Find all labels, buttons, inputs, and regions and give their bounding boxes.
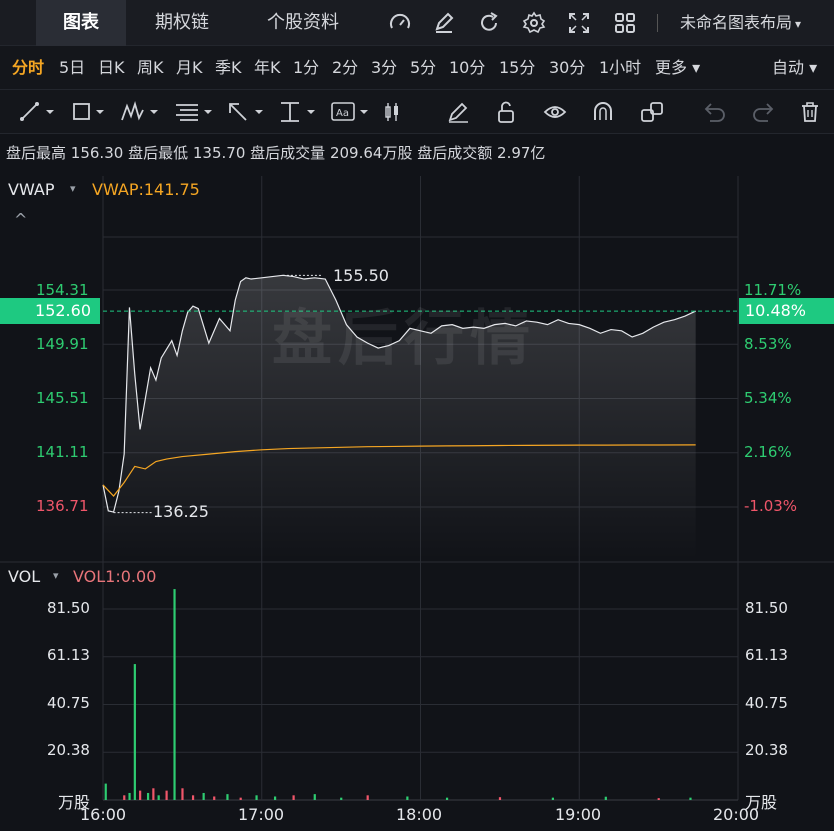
volume-bar bbox=[255, 795, 258, 800]
vol-indicator-name[interactable]: VOL bbox=[8, 567, 40, 586]
volume-bar bbox=[165, 790, 168, 800]
volume-bar bbox=[239, 797, 242, 800]
volume-bar bbox=[226, 794, 229, 800]
volume-bar bbox=[191, 795, 195, 800]
vwap-caret-icon[interactable]: ▾ bbox=[70, 182, 76, 195]
volume-bar bbox=[366, 795, 369, 800]
price-label: 154.31 bbox=[36, 281, 89, 299]
volume-bar bbox=[340, 797, 343, 800]
price-label: 149.91 bbox=[36, 335, 89, 353]
volume-bar bbox=[146, 792, 150, 800]
volume-bar bbox=[173, 589, 176, 800]
volume-bar bbox=[445, 797, 449, 800]
volume-label: 81.50 bbox=[745, 599, 788, 617]
volume-bar bbox=[551, 797, 554, 800]
volume-bar bbox=[657, 798, 660, 800]
volume-bar bbox=[152, 788, 155, 800]
volume-bar bbox=[292, 795, 295, 800]
time-label: 18:00 bbox=[396, 805, 443, 824]
price-label: 136.71 bbox=[36, 497, 89, 515]
vwap-value: VWAP:141.75 bbox=[92, 180, 200, 199]
percent-label: 8.53% bbox=[744, 335, 792, 353]
time-label: 20:00 bbox=[713, 805, 760, 824]
volume-label: 40.75 bbox=[47, 694, 90, 712]
volume-label: 61.13 bbox=[745, 646, 788, 664]
time-label: 16:00 bbox=[80, 805, 127, 824]
low-marker-label: 136.25 bbox=[153, 502, 209, 521]
current-price-badge: 152.60 bbox=[0, 298, 100, 324]
volume-bar bbox=[313, 794, 316, 800]
volume-bar bbox=[104, 783, 107, 800]
volume-bar bbox=[123, 795, 126, 800]
price-label: 145.51 bbox=[36, 389, 89, 407]
time-label: 19:00 bbox=[555, 805, 602, 824]
vwap-indicator-name[interactable]: VWAP bbox=[8, 180, 54, 199]
percent-label: 11.71% bbox=[744, 281, 802, 299]
volume-bar bbox=[213, 796, 216, 800]
current-percent-badge: 10.48% bbox=[739, 298, 834, 324]
percent-label: 2.16% bbox=[744, 443, 792, 461]
volume-label: 61.13 bbox=[47, 646, 90, 664]
volume-bar bbox=[604, 796, 607, 800]
high-marker-label: 155.50 bbox=[333, 266, 389, 285]
volume-bar bbox=[139, 790, 142, 800]
vol-value: VOL1:0.00 bbox=[73, 567, 157, 586]
percent-label: -1.03% bbox=[744, 497, 798, 515]
volume-bar bbox=[181, 788, 184, 800]
vol-caret-icon[interactable]: ▾ bbox=[53, 569, 59, 582]
price-label: 141.11 bbox=[36, 443, 89, 461]
volume-bars bbox=[104, 589, 692, 800]
volume-bar bbox=[498, 797, 502, 800]
volume-bar bbox=[202, 792, 205, 800]
volume-bar bbox=[406, 796, 409, 800]
volume-label: 81.50 bbox=[47, 599, 90, 617]
time-label: 17:00 bbox=[238, 805, 285, 824]
volume-bar bbox=[133, 664, 136, 800]
after-hours-watermark: 盘后行情 bbox=[272, 304, 536, 374]
percent-label: 5.34% bbox=[744, 389, 792, 407]
volume-label: 40.75 bbox=[745, 694, 788, 712]
price-chart[interactable] bbox=[0, 0, 834, 831]
volume-bar bbox=[157, 795, 160, 800]
volume-bar bbox=[273, 796, 277, 800]
collapse-icon[interactable]: ^ bbox=[14, 210, 27, 229]
volume-bar bbox=[128, 792, 131, 800]
volume-label: 20.38 bbox=[47, 741, 90, 759]
volume-bar bbox=[689, 797, 692, 800]
volume-label: 20.38 bbox=[745, 741, 788, 759]
